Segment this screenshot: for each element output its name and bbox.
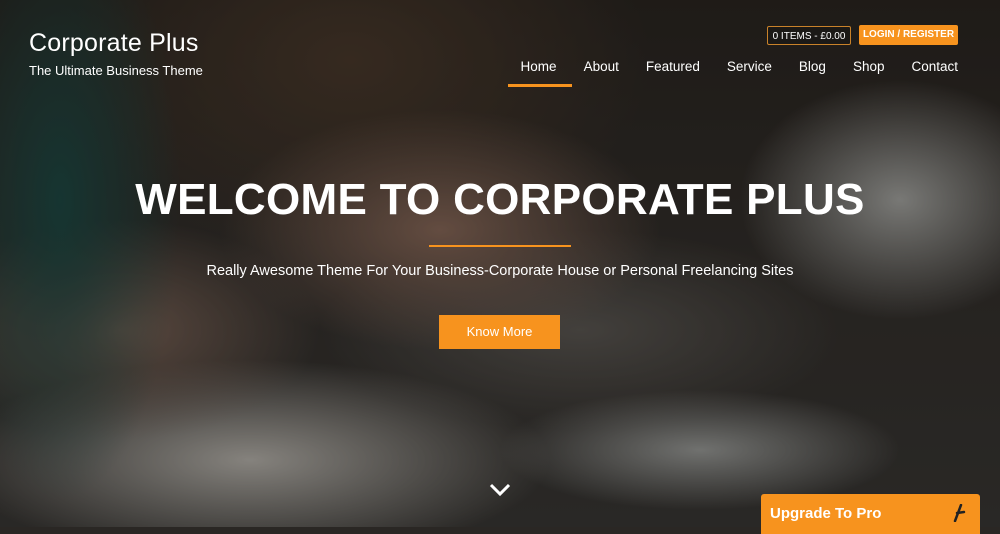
nav-item-featured[interactable]: Featured — [646, 59, 700, 84]
site-title[interactable]: Corporate Plus — [29, 28, 203, 58]
hero-divider — [429, 245, 571, 247]
nav-item-service[interactable]: Service — [727, 59, 772, 84]
nav-item-shop[interactable]: Shop — [853, 59, 885, 84]
site-tagline: The Ultimate Business Theme — [29, 63, 203, 78]
nav-item-home[interactable]: Home — [507, 59, 572, 87]
site-branding: Corporate Plus The Ultimate Business The… — [29, 28, 203, 78]
cart-button[interactable]: 0 ITEMS - £0.00 — [767, 26, 851, 45]
login-register-button[interactable]: LOGIN / REGISTER — [859, 25, 958, 45]
upgrade-to-pro-button[interactable]: Upgrade To Pro — [761, 494, 980, 534]
know-more-button[interactable]: Know More — [439, 315, 560, 349]
upgrade-label: Upgrade To Pro — [770, 505, 882, 522]
main-navigation: Home About Featured Service Blog Shop Co… — [494, 59, 958, 87]
pin-icon — [952, 503, 966, 523]
nav-item-contact[interactable]: Contact — [911, 59, 958, 84]
nav-item-blog[interactable]: Blog — [799, 59, 826, 84]
chevron-down-icon[interactable] — [489, 483, 511, 497]
hero-headline: WELCOME TO CORPORATE PLUS — [135, 175, 865, 224]
hero-subtitle: Really Awesome Theme For Your Business-C… — [206, 263, 794, 279]
nav-item-about[interactable]: About — [584, 59, 619, 84]
